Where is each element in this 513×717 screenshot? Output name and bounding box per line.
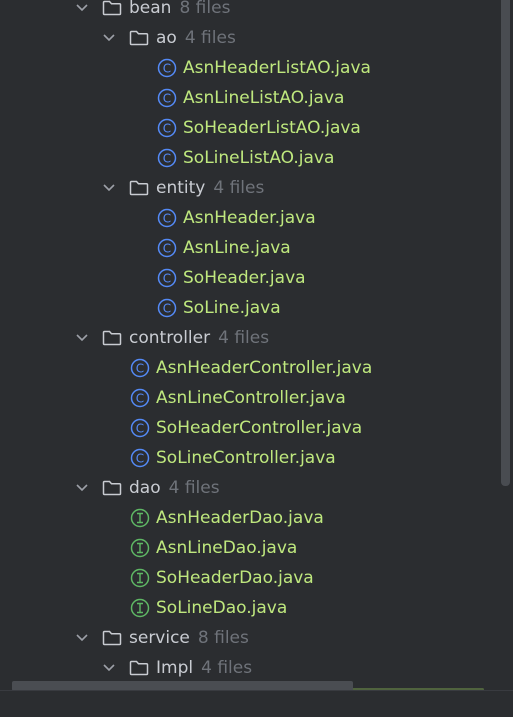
folder-icon bbox=[102, 0, 122, 16]
file-name: AsnLine.java bbox=[183, 238, 291, 258]
chevron-down-icon[interactable] bbox=[103, 653, 117, 683]
class-icon: C bbox=[130, 358, 150, 378]
file-name: SoHeaderDao.java bbox=[156, 568, 314, 588]
file-item[interactable]: C AsnLineListAO.java bbox=[0, 83, 496, 113]
file-count: 8 files bbox=[179, 0, 231, 18]
file-name: AsnLineListAO.java bbox=[183, 88, 345, 108]
file-item[interactable]: SoLineDao.java bbox=[0, 593, 496, 623]
class-icon: C bbox=[130, 388, 150, 408]
folder-icon bbox=[102, 630, 122, 646]
class-icon: C bbox=[130, 418, 150, 438]
file-item[interactable]: C SoLine.java bbox=[0, 293, 496, 323]
file-name: SoLineDao.java bbox=[156, 598, 288, 618]
file-item[interactable]: C AsnHeaderController.java bbox=[0, 353, 496, 383]
file-name: AsnHeaderController.java bbox=[156, 358, 373, 378]
file-name: SoLine.java bbox=[183, 298, 281, 318]
svg-text:C: C bbox=[163, 62, 171, 76]
folder-name: Impl bbox=[156, 658, 194, 678]
file-name: SoLineController.java bbox=[156, 448, 336, 468]
file-name: AsnLineDao.java bbox=[156, 538, 298, 558]
project-tree: bean 8 files ao 4 files C AsnHeaderListAO.… bbox=[0, 0, 496, 683]
class-icon: C bbox=[157, 238, 177, 258]
svg-text:C: C bbox=[163, 272, 171, 286]
file-count: 8 files bbox=[197, 628, 249, 648]
svg-text:C: C bbox=[136, 422, 144, 436]
chevron-down-icon[interactable] bbox=[103, 173, 117, 203]
folder-name: service bbox=[129, 628, 190, 648]
svg-text:C: C bbox=[163, 152, 171, 166]
folder-icon bbox=[102, 480, 122, 496]
file-item[interactable]: SoHeaderDao.java bbox=[0, 563, 496, 593]
folder-ao[interactable]: ao 4 files bbox=[0, 23, 496, 53]
file-item[interactable]: AsnLineDao.java bbox=[0, 533, 496, 563]
class-icon: C bbox=[157, 298, 177, 318]
interface-icon bbox=[130, 508, 150, 528]
folder-icon bbox=[129, 30, 149, 46]
svg-text:C: C bbox=[163, 92, 171, 106]
file-item[interactable]: C AsnHeader.java bbox=[0, 203, 496, 233]
svg-text:C: C bbox=[136, 452, 144, 466]
folder-icon bbox=[129, 660, 149, 676]
class-icon: C bbox=[157, 88, 177, 108]
class-icon: C bbox=[157, 268, 177, 288]
file-name: SoHeader.java bbox=[183, 268, 306, 288]
class-icon: C bbox=[130, 448, 150, 468]
file-item[interactable]: AsnHeaderDao.java bbox=[0, 503, 496, 533]
file-item[interactable]: C AsnLine.java bbox=[0, 233, 496, 263]
file-name: SoHeaderController.java bbox=[156, 418, 363, 438]
file-name: SoLineListAO.java bbox=[183, 148, 335, 168]
file-name: AsnLineController.java bbox=[156, 388, 346, 408]
folder-name: dao bbox=[129, 478, 161, 498]
file-name: AsnHeaderDao.java bbox=[156, 508, 324, 528]
file-item[interactable]: C SoLineListAO.java bbox=[0, 143, 496, 173]
chevron-down-icon[interactable] bbox=[76, 0, 90, 23]
folder-name: ao bbox=[156, 28, 177, 48]
interface-icon bbox=[130, 598, 150, 618]
chevron-down-icon[interactable] bbox=[76, 323, 90, 353]
class-icon: C bbox=[157, 148, 177, 168]
vertical-scrollbar[interactable] bbox=[501, 0, 510, 486]
class-icon: C bbox=[157, 58, 177, 78]
svg-text:C: C bbox=[163, 212, 171, 226]
chevron-down-icon[interactable] bbox=[76, 473, 90, 503]
file-item[interactable]: C AsnLineController.java bbox=[0, 383, 496, 413]
folder-controller[interactable]: controller 4 files bbox=[0, 323, 496, 353]
folder-impl[interactable]: Impl 4 files bbox=[0, 653, 496, 683]
svg-text:C: C bbox=[136, 362, 144, 376]
file-item[interactable]: C SoHeaderListAO.java bbox=[0, 113, 496, 143]
file-count: 4 files bbox=[184, 28, 236, 48]
folder-name: controller bbox=[129, 328, 211, 348]
file-item[interactable]: C SoHeaderController.java bbox=[0, 413, 496, 443]
folder-dao[interactable]: dao 4 files bbox=[0, 473, 496, 503]
file-item[interactable]: C SoLineController.java bbox=[0, 443, 496, 473]
folder-name: entity bbox=[156, 178, 206, 198]
interface-icon bbox=[130, 568, 150, 588]
interface-icon bbox=[130, 538, 150, 558]
svg-text:C: C bbox=[163, 242, 171, 256]
file-item[interactable]: C SoHeader.java bbox=[0, 263, 496, 293]
file-count: 4 files bbox=[168, 478, 220, 498]
folder-name: bean bbox=[129, 0, 172, 18]
file-name: AsnHeaderListAO.java bbox=[183, 58, 371, 78]
folder-bean[interactable]: bean 8 files bbox=[0, 0, 496, 23]
folder-entity[interactable]: entity 4 files bbox=[0, 173, 496, 203]
file-count: 4 files bbox=[213, 178, 265, 198]
chevron-down-icon[interactable] bbox=[76, 623, 90, 653]
svg-text:C: C bbox=[163, 122, 171, 136]
folder-service[interactable]: service 8 files bbox=[0, 623, 496, 653]
svg-text:C: C bbox=[136, 392, 144, 406]
file-name: AsnHeader.java bbox=[183, 208, 316, 228]
file-item[interactable]: C AsnHeaderListAO.java bbox=[0, 53, 496, 83]
folder-icon bbox=[129, 180, 149, 196]
file-count: 4 files bbox=[218, 328, 270, 348]
chevron-down-icon[interactable] bbox=[103, 23, 117, 53]
file-name: SoHeaderListAO.java bbox=[183, 118, 361, 138]
file-count: 4 files bbox=[201, 658, 253, 678]
class-icon: C bbox=[157, 208, 177, 228]
class-icon: C bbox=[157, 118, 177, 138]
bottom-panel-strip bbox=[0, 691, 513, 717]
folder-icon bbox=[102, 330, 122, 346]
svg-text:C: C bbox=[163, 302, 171, 316]
